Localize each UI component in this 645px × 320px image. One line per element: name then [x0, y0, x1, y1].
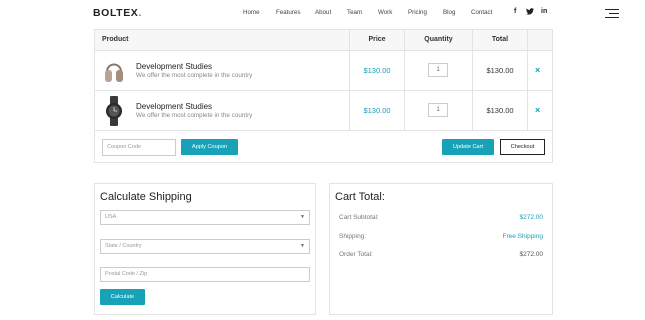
- header-product: Product: [102, 36, 129, 43]
- nav-home[interactable]: Home: [243, 9, 260, 16]
- product-name[interactable]: Development Studies: [136, 62, 212, 71]
- apply-coupon-button[interactable]: Apply Coupon: [181, 139, 238, 155]
- product-price: $130.00: [363, 106, 391, 115]
- product-description: We offer the most complete in the countr…: [136, 112, 253, 119]
- brand-logo[interactable]: BOLTEX.: [93, 7, 142, 19]
- site-header: BOLTEX. Home Features About Team Work Pr…: [0, 0, 645, 26]
- remove-icon[interactable]: ×: [535, 105, 540, 115]
- update-cart-button[interactable]: Update Cart: [442, 139, 494, 155]
- remove-icon[interactable]: ×: [535, 65, 540, 75]
- nav-team[interactable]: Team: [347, 9, 362, 16]
- facebook-icon[interactable]: f: [514, 8, 516, 15]
- nav-contact[interactable]: Contact: [471, 9, 492, 16]
- chevron-down-icon: ▼: [300, 214, 305, 220]
- quantity-input[interactable]: 1: [428, 103, 448, 117]
- product-name[interactable]: Development Studies: [136, 102, 212, 111]
- table-row: Development Studies We offer the most co…: [95, 51, 552, 91]
- table-header: Product Price Quantity Total: [95, 30, 552, 51]
- subtotal-label: Cart Subtotal:: [339, 214, 379, 221]
- order-total-label: Order Total:: [339, 251, 373, 258]
- cart-table: Product Price Quantity Total Development…: [94, 29, 553, 163]
- linkedin-icon[interactable]: in: [541, 8, 547, 15]
- cart-total-title: Cart Total:: [335, 191, 385, 203]
- menu-icon[interactable]: [605, 9, 619, 19]
- header-price: Price: [368, 36, 386, 43]
- product-description: We offer the most complete in the countr…: [136, 72, 253, 79]
- country-select[interactable]: USA ▼: [100, 210, 310, 225]
- row-total: $130.00: [486, 66, 514, 75]
- headphones-icon: [105, 63, 123, 82]
- postal-code-field[interactable]: Postal Code / Zip: [100, 267, 310, 282]
- product-price: $130.00: [363, 66, 391, 75]
- shipping-value: Free Shipping: [502, 233, 543, 240]
- coupon-input[interactable]: Coupon Code: [102, 139, 176, 156]
- shipping-title: Calculate Shipping: [100, 191, 192, 203]
- nav-pricing[interactable]: Pricing: [408, 9, 427, 16]
- column-divider: [527, 30, 528, 131]
- checkout-button[interactable]: Checkout: [500, 139, 545, 155]
- calculate-button[interactable]: Calculate: [100, 289, 145, 305]
- subtotal-value: $272.00: [519, 214, 544, 221]
- nav-about[interactable]: About: [315, 9, 331, 16]
- row-total: $130.00: [486, 106, 514, 115]
- quantity-input[interactable]: 1: [428, 63, 448, 77]
- header-total: Total: [491, 36, 509, 43]
- chevron-down-icon: ▼: [300, 243, 305, 249]
- header-quantity: Quantity: [424, 36, 453, 43]
- cart-total-panel: Cart Total: Cart Subtotal: $272.00 Shipp…: [329, 183, 553, 315]
- column-divider: [472, 30, 473, 131]
- watch-icon: [106, 96, 122, 126]
- column-divider: [349, 30, 350, 131]
- nav-work[interactable]: Work: [378, 9, 392, 16]
- nav-features[interactable]: Features: [276, 9, 300, 16]
- shipping-panel: Calculate Shipping USA ▼ State / Country ▼…: [94, 183, 316, 315]
- state-select[interactable]: State / Country ▼: [100, 239, 310, 254]
- shipping-label: Shipping:: [339, 233, 367, 240]
- twitter-icon[interactable]: [526, 8, 534, 17]
- nav-blog[interactable]: Blog: [443, 9, 455, 16]
- table-row: Development Studies We offer the most co…: [95, 91, 552, 131]
- column-divider: [404, 30, 405, 131]
- order-total-value: $272.00: [519, 251, 544, 258]
